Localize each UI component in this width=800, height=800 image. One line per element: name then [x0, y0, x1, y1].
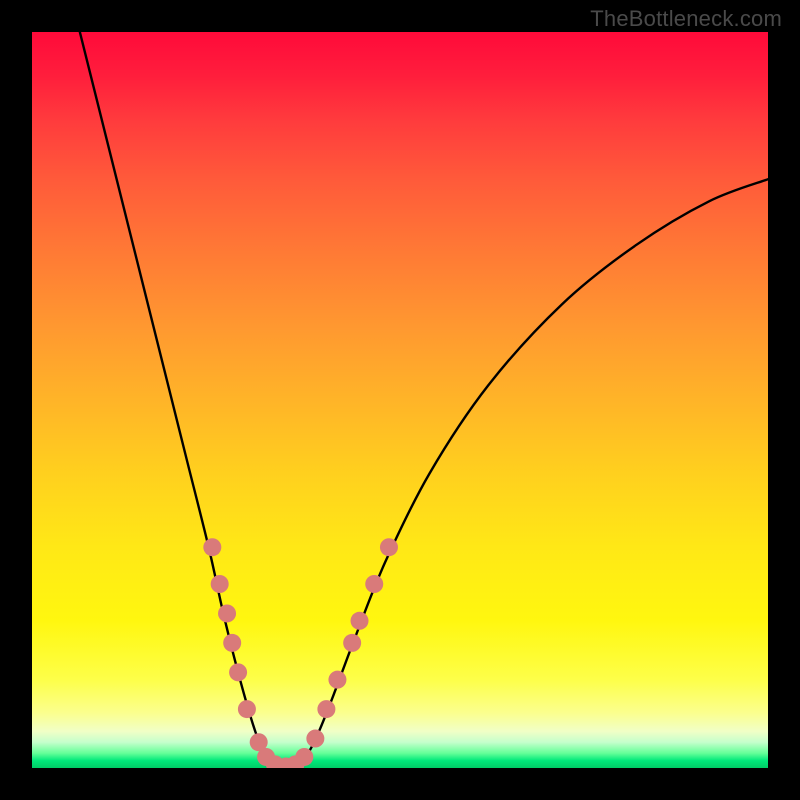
marker-dot: [203, 538, 221, 556]
marker-dot: [211, 575, 229, 593]
marker-dot: [306, 730, 324, 748]
marker-dot: [380, 538, 398, 556]
chart-svg: [32, 32, 768, 768]
marker-dot: [328, 671, 346, 689]
chart-frame: [32, 32, 768, 768]
marker-dot: [223, 634, 241, 652]
marker-dot: [295, 748, 313, 766]
marker-dot: [365, 575, 383, 593]
marker-dot: [351, 612, 369, 630]
marker-dot: [343, 634, 361, 652]
marker-dot: [218, 604, 236, 622]
marker-dot: [317, 700, 335, 718]
marker-dot: [229, 663, 247, 681]
marker-dot: [238, 700, 256, 718]
bottleneck-curve: [80, 32, 768, 768]
watermark-text: TheBottleneck.com: [590, 6, 782, 32]
